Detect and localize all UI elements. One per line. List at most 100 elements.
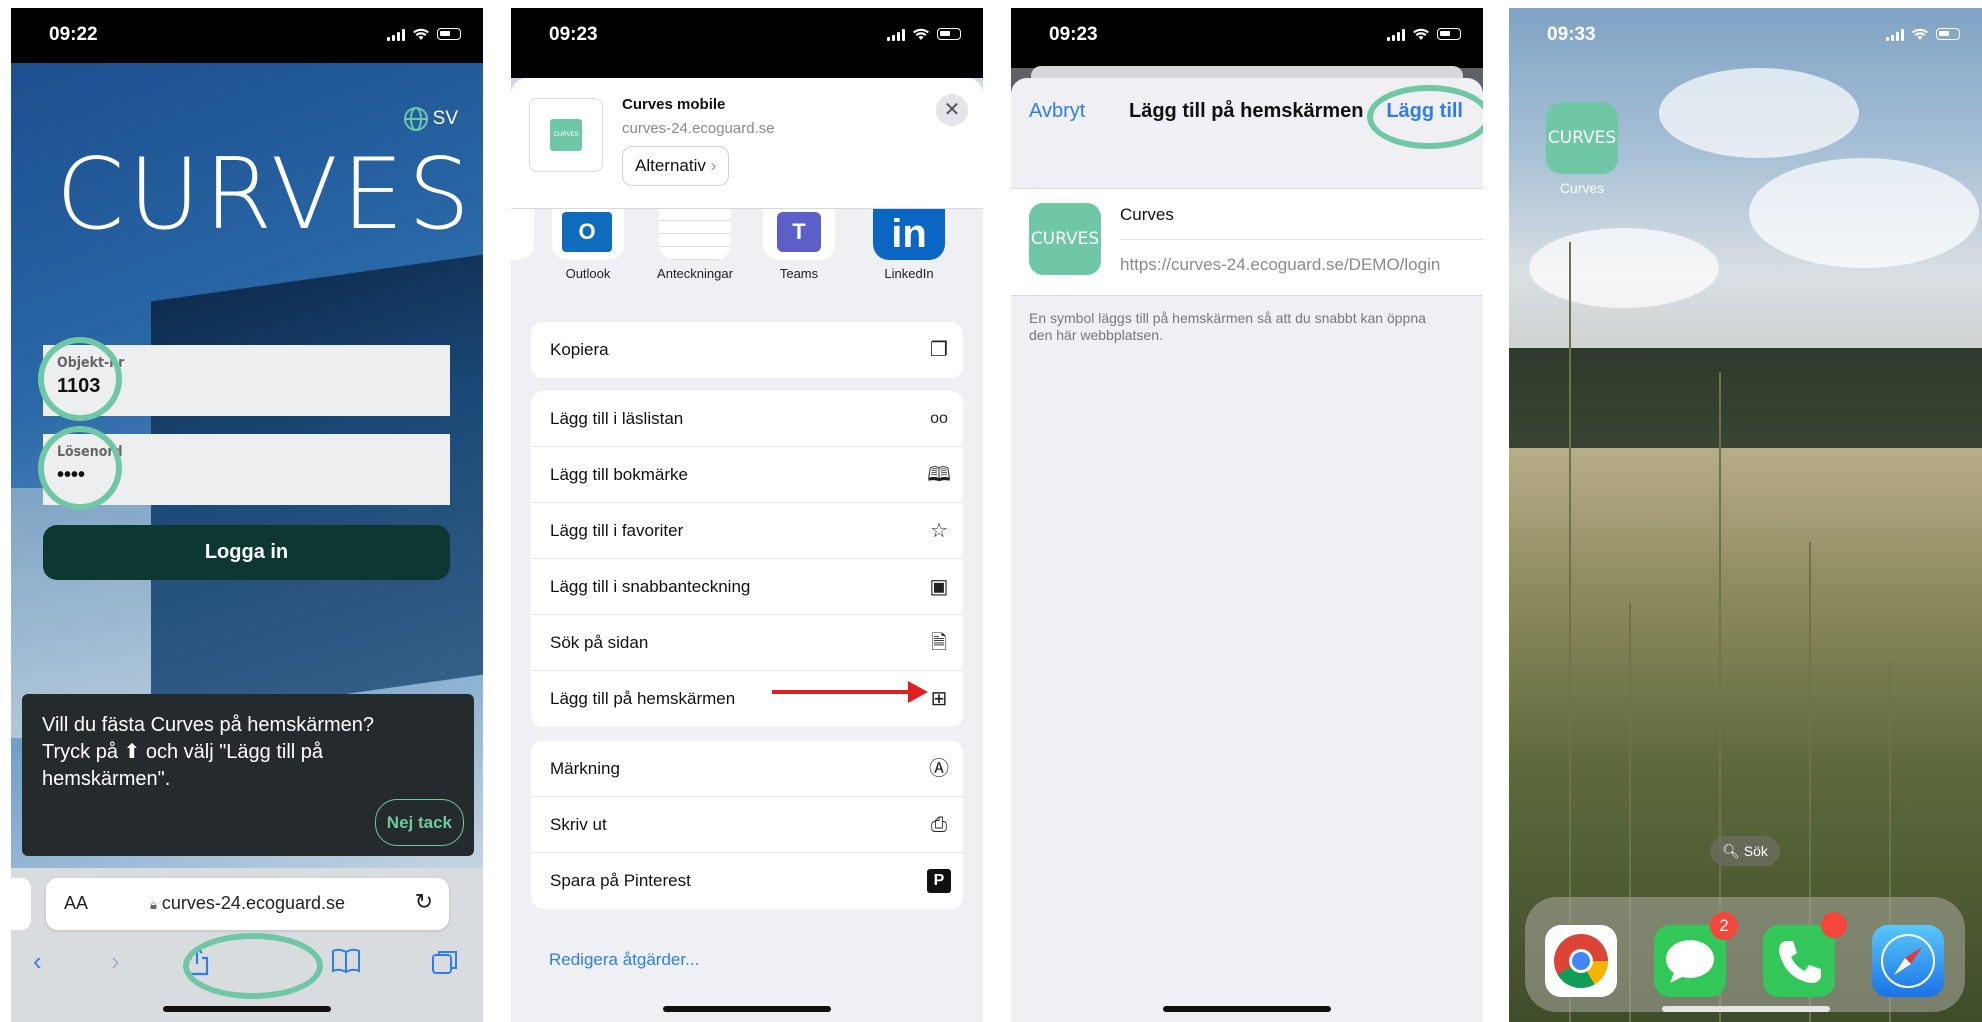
- share-app-row: r OOutlook Anteckningar TTeams inLinkedI…: [511, 208, 983, 298]
- bookmarks-icon[interactable]: [331, 948, 361, 974]
- chrome-app[interactable]: [1545, 925, 1617, 997]
- share-app[interactable]: r: [511, 208, 535, 281]
- action-copy[interactable]: Kopiera ❐: [531, 322, 963, 378]
- home-indicator: [163, 1006, 331, 1012]
- forward-icon[interactable]: ›: [111, 946, 120, 977]
- phone-icon: [1779, 941, 1821, 983]
- decline-button[interactable]: Nej tack: [374, 799, 464, 846]
- battery-icon: [937, 28, 961, 40]
- bookmark-url: https://curves-24.ecoguard.se/DEMO/login: [1120, 255, 1441, 274]
- action-save-pinterest[interactable]: Spara på Pinterest P: [531, 853, 963, 909]
- action-add-to-home-screen[interactable]: Lägg till på hemskärmen ⊞: [531, 671, 963, 727]
- action-group: Lägg till i läslistan oo Lägg till bokmär…: [531, 391, 963, 727]
- pin-to-home-prompt: Vill du fästa Curves på hemskärmen? Tryc…: [22, 694, 474, 856]
- back-icon[interactable]: ‹: [33, 946, 42, 977]
- linkedin-icon: in: [873, 208, 945, 260]
- teams-icon: T: [777, 212, 821, 252]
- prompt-text-line2: Tryck på ⬆︎ och välj "Lägg till på: [42, 741, 324, 763]
- curves-app-icon[interactable]: CURVES: [1546, 102, 1618, 174]
- address-text: 🔒︎ curves-24.ecoguard.se: [149, 893, 346, 913]
- action-group: Kopiera ❐: [531, 322, 963, 378]
- highlight-ring: [38, 337, 122, 421]
- share-app-linkedin[interactable]: in LinkedIn: [872, 208, 946, 281]
- status-time: 09:22: [49, 24, 98, 45]
- battery-icon: [437, 28, 461, 40]
- copy-icon: ❐: [930, 339, 948, 361]
- action-add-bookmark[interactable]: Lägg till bokmärke 🕮︎: [531, 447, 963, 503]
- phone-app[interactable]: [1763, 925, 1835, 997]
- printer-icon: ⎙: [931, 813, 947, 836]
- share-sheet: r OOutlook Anteckningar TTeams inLinkedI…: [511, 78, 983, 1022]
- site-title: Curves mobile: [622, 96, 726, 113]
- reload-icon[interactable]: ↻: [415, 889, 433, 915]
- highlight-ring: [1367, 85, 1483, 149]
- address-bar[interactable]: AA 🔒︎ curves-24.ecoguard.se ↻: [46, 878, 449, 930]
- share-app-notes[interactable]: Anteckningar: [652, 208, 738, 281]
- globe-icon: [403, 107, 428, 131]
- cancel-button[interactable]: Avbryt: [1029, 100, 1085, 123]
- action-group: Märkning Ⓐ Skriv ut ⎙ Spara på Pinterest P: [531, 741, 963, 909]
- markup-icon: Ⓐ: [929, 757, 949, 780]
- action-print[interactable]: Skriv ut ⎙: [531, 797, 963, 853]
- wifi-icon: [1912, 28, 1928, 40]
- site-thumbnail: CURVES: [529, 98, 603, 172]
- curves-app-icon: CURVES: [1029, 203, 1101, 275]
- highlight-ring: [38, 426, 122, 510]
- action-add-quick-note[interactable]: Lägg till i snabbanteckning ▣: [531, 559, 963, 615]
- battery-icon: [1437, 28, 1461, 40]
- action-add-favorites[interactable]: Lägg till i favoriter ☆: [531, 503, 963, 559]
- signal-icon: [887, 27, 905, 41]
- quick-note-icon: ▣: [929, 575, 949, 598]
- signal-icon: [1886, 27, 1904, 41]
- share-icon: ⬆︎: [123, 741, 141, 763]
- share-app-teams[interactable]: T Teams: [762, 208, 836, 281]
- screen-share-sheet: 09:23 r OOutlook Anteckningar TTeams inL…: [511, 8, 983, 1022]
- wifi-icon: [413, 28, 429, 40]
- share-app-outlook[interactable]: O Outlook: [551, 208, 625, 281]
- notes-icon: [659, 208, 731, 260]
- edit-actions-link[interactable]: Redigera åtgärder...: [549, 950, 699, 970]
- tabs-icon[interactable]: [431, 948, 459, 976]
- signal-icon: [1387, 27, 1405, 41]
- options-button[interactable]: Alternativ ›: [622, 146, 730, 186]
- safari-app[interactable]: [1872, 925, 1944, 997]
- screen-add-to-home: 09:23 Avbryt Lägg till på hemskärmen Läg…: [1011, 8, 1483, 1022]
- glasses-icon: oo: [930, 409, 948, 427]
- close-icon[interactable]: ✕: [936, 94, 968, 126]
- add-to-home-sheet: Avbryt Lägg till på hemskärmen Lägg till…: [1011, 78, 1483, 1022]
- lock-icon: 🔒︎: [149, 897, 157, 912]
- wallpaper-trees: [1509, 348, 1982, 458]
- home-search-button[interactable]: 🔍︎ Sök: [1710, 836, 1780, 866]
- help-note: En symbol läggs till på hemskärmen så at…: [1029, 310, 1426, 343]
- pinterest-icon: P: [927, 869, 951, 893]
- action-find-on-page[interactable]: Sök på sidan 🗎︎: [531, 615, 963, 671]
- action-markup[interactable]: Märkning Ⓐ: [531, 741, 963, 797]
- share-header: CURVES Curves mobile curves-24.ecoguard.…: [511, 78, 983, 209]
- login-button[interactable]: Logga in: [43, 525, 450, 580]
- prompt-text-line1: Vill du fästa Curves på hemskärmen?: [42, 714, 375, 736]
- language-selector[interactable]: SV: [403, 106, 458, 132]
- home-indicator: [1163, 1006, 1331, 1012]
- action-add-reading-list[interactable]: Lägg till i läslistan oo: [531, 391, 963, 447]
- red-arrow: [772, 690, 910, 694]
- status-bar: 09:23: [1011, 8, 1483, 68]
- compass-icon: [1881, 934, 1935, 988]
- bookmark-name-input[interactable]: Curves: [1120, 205, 1174, 225]
- battery-icon: [1936, 28, 1960, 40]
- chevron-right-icon: ›: [710, 156, 717, 175]
- phone-badge: [1821, 912, 1847, 938]
- red-arrow-head: [908, 681, 928, 703]
- status-time: 09:23: [549, 24, 598, 45]
- prompt-text-line3: hemskärmen".: [42, 768, 171, 790]
- book-icon: 🕮︎: [927, 463, 951, 486]
- status-bar: 09:33: [1509, 8, 1982, 68]
- curves-logo: CURVES: [56, 138, 475, 252]
- highlight-ring: [183, 933, 323, 999]
- curves-app-label: Curves: [1559, 180, 1605, 196]
- status-bar: 09:23: [511, 8, 983, 68]
- search-icon: 🔍︎: [1722, 843, 1740, 859]
- previous-tab-preview[interactable]: [11, 878, 31, 930]
- language-code: SV: [432, 108, 458, 129]
- star-icon: ☆: [930, 519, 948, 542]
- home-indicator: [1661, 1006, 1830, 1012]
